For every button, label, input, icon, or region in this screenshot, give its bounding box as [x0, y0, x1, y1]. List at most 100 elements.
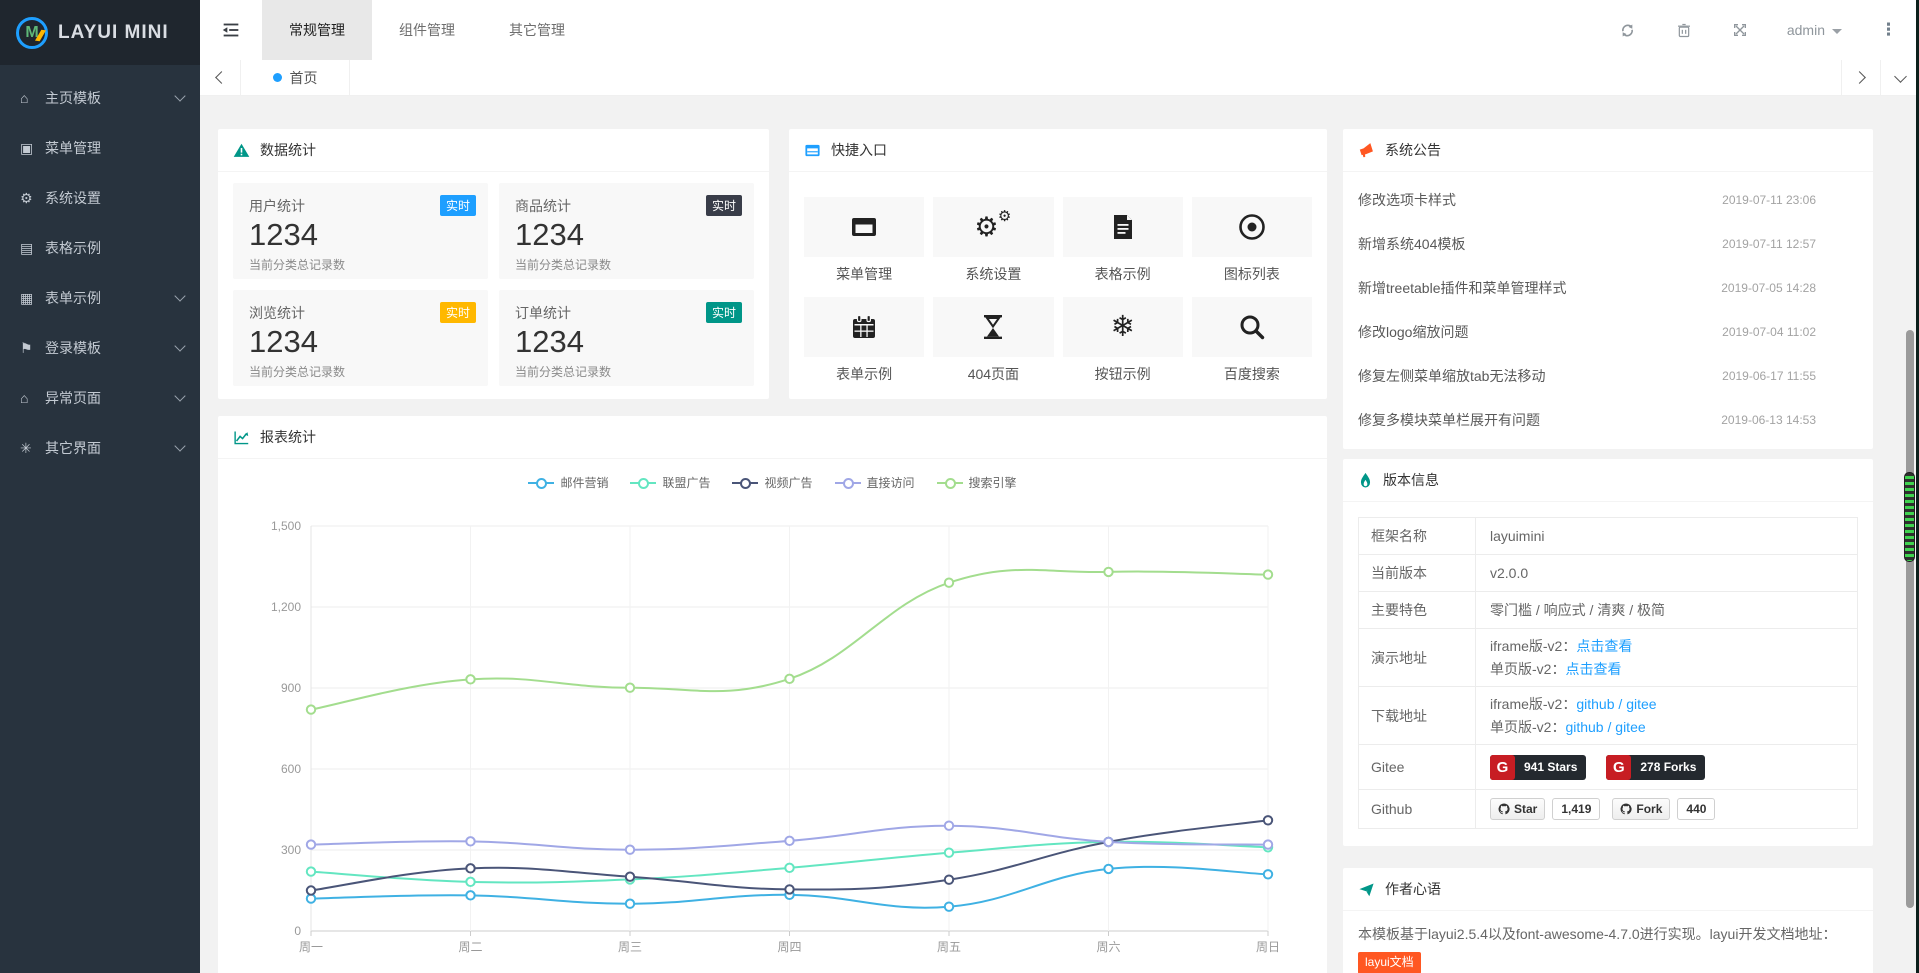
version-row-label: Gitee: [1359, 745, 1476, 789]
tab-home[interactable]: 首页: [241, 60, 350, 95]
svg-text:600: 600: [281, 762, 301, 776]
tab-home-label: 首页: [290, 68, 318, 88]
fullscreen-icon[interactable]: [1731, 21, 1749, 39]
sidebar-item-6[interactable]: ⌂ 异常页面: [0, 373, 200, 423]
sidebar-item-3[interactable]: ▤ 表格示例: [0, 223, 200, 273]
github-star-button[interactable]: Star: [1490, 798, 1545, 820]
gitee-stars-badge[interactable]: G 941 Stars: [1490, 755, 1586, 780]
download-gitee-link[interactable]: gitee: [1615, 719, 1645, 735]
demo-link-spa[interactable]: 点击查看: [1565, 661, 1621, 677]
author-card-header: 作者心语: [1343, 868, 1873, 911]
header-tabs: 常规管理组件管理其它管理: [262, 0, 592, 60]
home-icon: ⌂: [20, 90, 45, 106]
svg-text:300: 300: [281, 843, 301, 857]
version-row-value: iframe版-v2：点击查看 单页版-v2：点击查看: [1476, 629, 1857, 686]
github-fork-button[interactable]: Fork: [1612, 798, 1670, 820]
announcement-row-2[interactable]: 新增treetable插件和菜单管理样式 2019-07-05 14:28: [1358, 266, 1858, 310]
main-content: 数据统计 用户统计 1234 当前分类总记录数 实时 商品统计 1234 当前分…: [200, 96, 1919, 973]
announcements-card: 系统公告 修改选项卡样式 2019-07-11 23:06新增系统404模板 2…: [1343, 129, 1873, 449]
shortcut-form[interactable]: 表单示例: [804, 297, 924, 383]
tab-scroll-left-icon[interactable]: [200, 60, 241, 95]
version-row-value: 零门槛 / 响应式 / 清爽 / 极简: [1476, 592, 1857, 628]
sidebar-item-5[interactable]: ⚑ 登录模板: [0, 323, 200, 373]
home-icon: ⌂: [20, 390, 45, 406]
stat-box-orders[interactable]: 订单统计 1234 当前分类总记录数 实时: [499, 290, 754, 386]
calendar-icon: ▦: [20, 290, 45, 307]
version-row-label: 框架名称: [1359, 518, 1476, 554]
gears-icon: ⚙⚙: [933, 197, 1053, 257]
tabbar-right-controls: [1841, 60, 1919, 95]
github-star-count[interactable]: 1,419: [1552, 798, 1600, 820]
announcement-row-3[interactable]: 修改logo缩放问题 2019-07-04 11:02: [1358, 310, 1858, 354]
file-text-icon: [1063, 197, 1183, 257]
download-gitee-link[interactable]: gitee: [1626, 696, 1656, 712]
svg-text:1,200: 1,200: [271, 600, 301, 614]
gitee-forks-badge[interactable]: G 278 Forks: [1606, 755, 1705, 780]
page-tabbar: 首页: [200, 60, 1919, 96]
announcement-row-5[interactable]: 修复多模块菜单栏展开有问题 2019-06-13 14:53: [1358, 398, 1858, 442]
user-menu[interactable]: admin: [1787, 22, 1842, 38]
header-tab-1[interactable]: 组件管理: [372, 0, 482, 60]
window-icon: [804, 197, 924, 257]
app-root: M LAYUI MINI ⌂ 主页模板▣ 菜单管理⚙ 系统设置▤ 表格示例▦ 表…: [0, 0, 1919, 973]
refresh-icon[interactable]: [1619, 21, 1637, 39]
hourglass-icon: [933, 297, 1053, 357]
download-github-link[interactable]: github: [1565, 719, 1603, 735]
stat-box-goods[interactable]: 商品统计 1234 当前分类总记录数 实时: [499, 183, 754, 279]
shortcut-baidu[interactable]: 百度搜索: [1192, 297, 1312, 383]
trash-icon[interactable]: [1675, 21, 1693, 39]
announcements-card-header: 系统公告: [1343, 129, 1873, 172]
chevron-down-icon: [174, 390, 185, 401]
shortcut-404[interactable]: 404页面: [933, 297, 1053, 383]
stat-box-views[interactable]: 浏览统计 1234 当前分类总记录数 实时: [233, 290, 488, 386]
report-chart: 03006009001,2001,500周一周二周三周四周五周六周日: [218, 458, 1327, 973]
sidebar-item-1[interactable]: ▣ 菜单管理: [0, 123, 200, 173]
report-card-title: 报表统计: [260, 427, 316, 447]
header-tab-2[interactable]: 其它管理: [482, 0, 592, 60]
chevron-down-icon: [174, 90, 185, 101]
layui-doc-badge[interactable]: layui文档: [1358, 952, 1421, 973]
stat-box-users[interactable]: 用户统计 1234 当前分类总记录数 实时: [233, 183, 488, 279]
stats-grid: 用户统计 1234 当前分类总记录数 实时 商品统计 1234 当前分类总记录数…: [218, 172, 769, 397]
version-row-label: 当前版本: [1359, 555, 1476, 591]
sidebar-item-4[interactable]: ▦ 表单示例: [0, 273, 200, 323]
sidebar-toggle-icon[interactable]: [200, 0, 262, 60]
shortcut-settings[interactable]: ⚙⚙ 系统设置: [933, 197, 1053, 283]
sidebar-item-7[interactable]: ✳ 其它界面: [0, 423, 200, 473]
download-github-link[interactable]: github: [1576, 696, 1614, 712]
sidebar-item-0[interactable]: ⌂ 主页模板: [0, 73, 200, 123]
calendar-icon: [804, 297, 924, 357]
author-line1: 本模板基于layui2.5.4以及font-awesome-4.7.0进行实现。…: [1358, 926, 1836, 942]
tab-active-dot: [273, 73, 282, 82]
scrollbar-track[interactable]: [1906, 330, 1914, 908]
warning-triangle-icon: [233, 142, 250, 159]
status-badge: 实时: [440, 302, 476, 323]
github-fork-count[interactable]: 440: [1677, 798, 1715, 820]
status-badge: 实时: [440, 195, 476, 216]
shortcut-table[interactable]: 表格示例: [1063, 197, 1183, 283]
announcement-row-4[interactable]: 修复左侧菜单缩放tab无法移动 2019-06-17 11:55: [1358, 354, 1858, 398]
announcement-row-0[interactable]: 修改选项卡样式 2019-07-11 23:06: [1358, 178, 1858, 222]
scrollbar-thumb[interactable]: [1904, 472, 1915, 562]
announcements-card-title: 系统公告: [1385, 140, 1441, 160]
tab-menu-icon[interactable]: [1880, 60, 1919, 95]
line-chart-icon: [233, 429, 250, 446]
svg-text:周四: 周四: [777, 940, 801, 954]
gitee-icon: G: [1606, 755, 1631, 780]
demo-link-iframe[interactable]: 点击查看: [1576, 638, 1632, 654]
header-tab-0[interactable]: 常规管理: [262, 0, 372, 60]
brand-logo-icon: M: [16, 17, 48, 49]
header-actions: admin ⋮: [1619, 20, 1919, 40]
sidebar-menu: ⌂ 主页模板▣ 菜单管理⚙ 系统设置▤ 表格示例▦ 表单示例⚑ 登录模板⌂ 异常…: [0, 65, 200, 473]
shortcut-button[interactable]: ❄ 按钮示例: [1063, 297, 1183, 383]
shortcut-icons[interactable]: 图标列表: [1192, 197, 1312, 283]
tab-scroll-right-icon[interactable]: [1841, 60, 1880, 95]
version-row-label: 主要特色: [1359, 592, 1476, 628]
version-card: 版本信息 框架名称 layuimini 当前版本 v2.0.0 主要特色 零门槛…: [1343, 459, 1873, 846]
shortcut-menu[interactable]: 菜单管理: [804, 197, 924, 283]
header: 常规管理组件管理其它管理: [200, 0, 1919, 61]
dot-circle-icon: [1192, 197, 1312, 257]
sidebar-item-2[interactable]: ⚙ 系统设置: [0, 173, 200, 223]
announcement-row-1[interactable]: 新增系统404模板 2019-07-11 12:57: [1358, 222, 1858, 266]
more-vertical-icon[interactable]: ⋮: [1880, 20, 1897, 40]
